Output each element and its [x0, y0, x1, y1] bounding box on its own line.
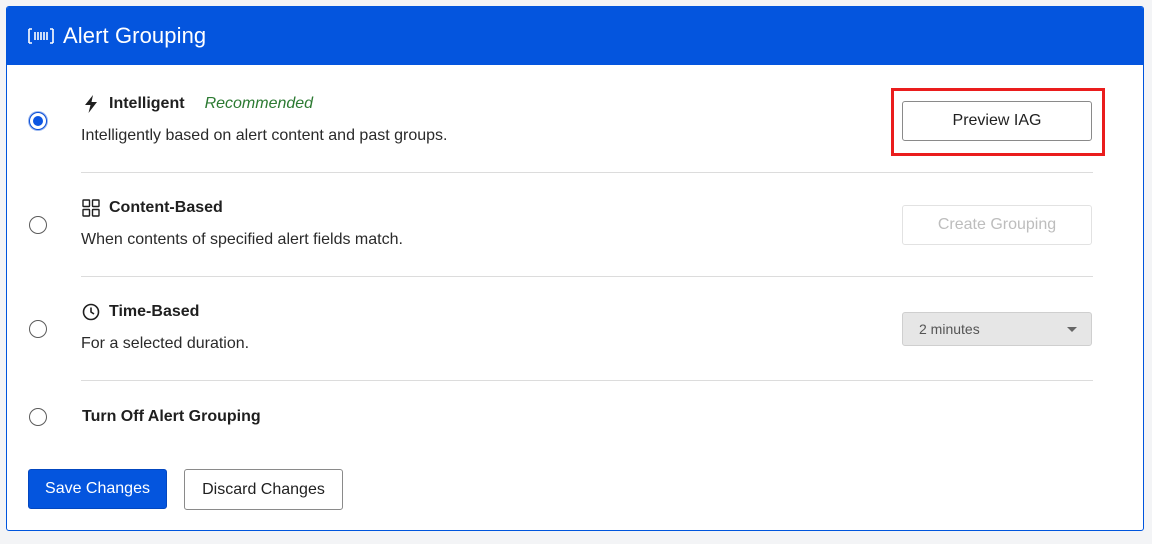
radio-turn-off[interactable] [29, 408, 47, 426]
duration-select[interactable]: 2 minutes [902, 312, 1092, 346]
panel-title: Alert Grouping [63, 23, 207, 48]
option-title-label: Turn Off Alert Grouping [82, 408, 261, 425]
duration-select-value: 2 minutes [919, 321, 980, 337]
option-content-based-description: When contents of specified alert fields … [81, 231, 403, 248]
option-title-label: Time-Based [109, 303, 200, 320]
lightning-icon [81, 94, 101, 114]
divider [81, 172, 1093, 173]
create-grouping-button[interactable]: Create Grouping [902, 205, 1092, 245]
option-title-label: Intelligent [109, 95, 185, 112]
option-content-based-title: Content-Based [81, 197, 223, 219]
option-time-based-title: Time-Based [81, 301, 199, 323]
grid-icon [81, 198, 101, 218]
discard-changes-button[interactable]: Discard Changes [184, 469, 343, 510]
save-changes-button[interactable]: Save Changes [28, 469, 167, 509]
alert-grouping-panel: Alert Grouping Intelligent Recommended I… [6, 6, 1144, 531]
radio-intelligent[interactable] [29, 112, 47, 130]
divider [81, 380, 1093, 381]
option-intelligent-title: Intelligent Recommended [81, 93, 313, 115]
option-time-based-description: For a selected duration. [81, 335, 250, 352]
option-intelligent-description: Intelligently based on alert content and… [81, 127, 448, 144]
clock-icon [81, 302, 101, 322]
caret-down-icon [1067, 327, 1077, 332]
radio-content-based[interactable] [29, 216, 47, 234]
option-off-title: Turn Off Alert Grouping [82, 406, 261, 428]
preview-iag-button[interactable]: Preview IAG [902, 101, 1092, 141]
panel-header: Alert Grouping [7, 7, 1143, 65]
option-title-label: Content-Based [109, 199, 223, 216]
barcode-icon [27, 26, 55, 46]
divider [81, 276, 1093, 277]
radio-time-based[interactable] [29, 320, 47, 338]
recommended-badge: Recommended [204, 95, 314, 112]
